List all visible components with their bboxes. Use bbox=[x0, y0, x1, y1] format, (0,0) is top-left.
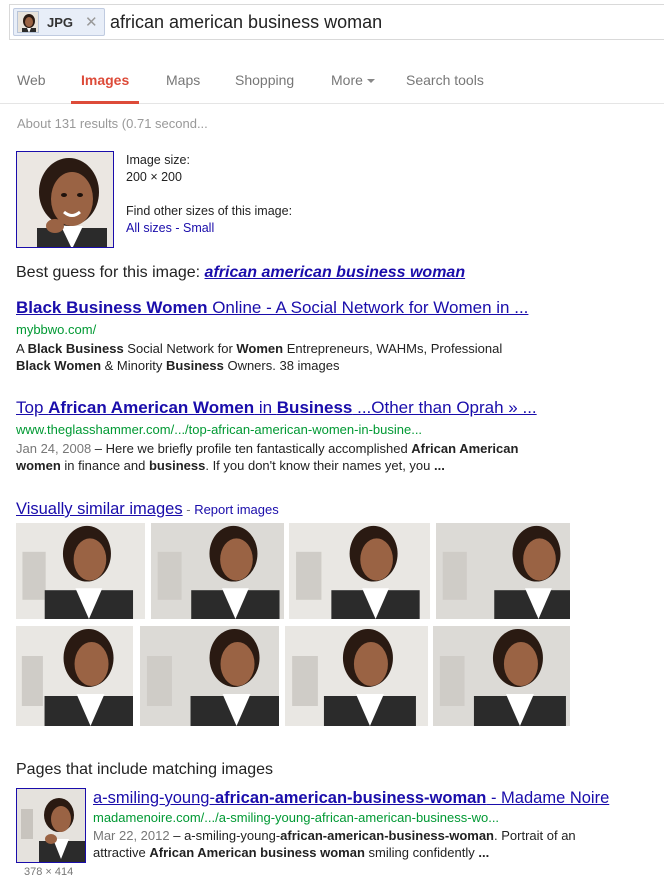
image-size-label: Image size: bbox=[126, 153, 190, 167]
title-part: a-smiling-young- bbox=[93, 789, 215, 807]
best-guess-link[interactable]: african american business woman bbox=[205, 264, 466, 281]
similar-images-header: Visually similar images - Report images bbox=[16, 500, 279, 519]
tab-more-label: More bbox=[331, 72, 363, 88]
title-part: in bbox=[254, 398, 277, 417]
snippet-text: Entrepreneurs, WAHMs, Professional bbox=[283, 341, 503, 356]
snippet-bold: women bbox=[16, 458, 61, 473]
snippet-text: – a-smiling-young- bbox=[169, 828, 281, 843]
similar-image-thumbnail[interactable] bbox=[16, 523, 145, 619]
result-date: Jan 24, 2008 bbox=[16, 441, 92, 456]
search-result: Top African American Women in Business .… bbox=[16, 398, 656, 474]
image-size-value: 200 × 200 bbox=[126, 170, 182, 184]
title-part: ...Other than Oprah » ... bbox=[352, 398, 537, 417]
query-image-thumbnail[interactable] bbox=[16, 151, 114, 248]
active-tab-indicator bbox=[71, 101, 139, 104]
matching-page-result: a-smiling-young-african-american-busines… bbox=[93, 789, 664, 861]
snippet-text: in finance and bbox=[60, 458, 149, 473]
result-url: www.theglasshammer.com/.../top-african-a… bbox=[16, 422, 423, 437]
title-part: - Madame Noire bbox=[486, 789, 610, 807]
tab-maps[interactable]: Maps bbox=[166, 72, 200, 88]
title-part: Online - A Social Network for Women in .… bbox=[207, 298, 529, 317]
similar-image-thumbnail[interactable] bbox=[16, 626, 133, 726]
sizes-separator: - bbox=[175, 221, 180, 235]
result-date: Mar 22, 2012 bbox=[93, 828, 170, 843]
snippet-text: smiling confidently bbox=[364, 845, 479, 860]
result-title-link[interactable]: Top African American Women in Business .… bbox=[16, 398, 656, 418]
snippet-text: A bbox=[16, 341, 28, 356]
results-stats: About 131 results (0.71 second... bbox=[17, 116, 208, 131]
search-result: Black Business Women Online - A Social N… bbox=[16, 298, 656, 374]
page-title-link[interactable]: a-smiling-young-african-american-busines… bbox=[93, 789, 664, 808]
snippet-text: . If you don't know their names yet, you bbox=[205, 458, 434, 473]
best-guess-label: Best guess for this image: bbox=[16, 264, 201, 281]
query-image-chip[interactable]: JPG ✕ bbox=[13, 8, 105, 36]
title-part: african-american-business-woman bbox=[214, 789, 487, 807]
result-url: mybbwo.com/ bbox=[16, 322, 97, 337]
snippet-text: & Minority bbox=[101, 358, 167, 373]
similar-image-thumbnail[interactable] bbox=[151, 523, 284, 619]
snippet-bold: ... bbox=[434, 458, 445, 473]
page-thumbnail-dimensions: 378 × 414 bbox=[24, 866, 74, 878]
snippet-text: – Here we briefly profile ten fantastica… bbox=[91, 441, 412, 456]
snippet-bold: African American bbox=[411, 441, 519, 456]
similar-image-thumbnail[interactable] bbox=[433, 626, 570, 726]
snippet-bold: Black Business bbox=[27, 341, 124, 356]
snippet-bold: Business bbox=[166, 358, 224, 373]
result-snippet: A Black Business Social Network for Wome… bbox=[16, 340, 656, 374]
tab-shopping[interactable]: Shopping bbox=[235, 72, 294, 88]
pages-heading: Pages that include matching images bbox=[16, 761, 274, 778]
similar-image-thumbnail[interactable] bbox=[140, 626, 279, 726]
snippet-bold: african-american-business-woman bbox=[280, 828, 495, 843]
close-icon[interactable]: ✕ bbox=[85, 13, 98, 31]
page-url: madamenoire.com/.../a-smiling-young-afri… bbox=[93, 810, 500, 825]
search-bar[interactable]: JPG ✕ bbox=[9, 4, 664, 40]
similar-image-thumbnail[interactable] bbox=[436, 523, 570, 619]
snippet-text: Owners. 38 images bbox=[223, 358, 340, 373]
tab-more[interactable]: More bbox=[331, 72, 375, 88]
similar-separator: - bbox=[186, 502, 191, 517]
visually-similar-link[interactable]: Visually similar images bbox=[16, 500, 183, 518]
image-info: Image size: 200 × 200 Find other sizes o… bbox=[126, 152, 292, 237]
page-snippet: Mar 22, 2012 – a-smiling-young-african-a… bbox=[93, 827, 664, 861]
other-sizes-label: Find other sizes of this image: bbox=[126, 204, 293, 218]
tab-web[interactable]: Web bbox=[17, 72, 46, 88]
snippet-bold: Women bbox=[236, 341, 284, 356]
jpg-thumbnail-icon bbox=[17, 11, 39, 33]
tab-images[interactable]: Images bbox=[81, 72, 129, 88]
snippet-text: Social Network for bbox=[123, 341, 237, 356]
snippet-bold: business bbox=[148, 458, 206, 473]
result-title-link[interactable]: Black Business Women Online - A Social N… bbox=[16, 298, 656, 318]
matching-page-thumbnail[interactable] bbox=[16, 788, 86, 863]
title-part: Business bbox=[276, 398, 353, 417]
report-images-link[interactable]: Report images bbox=[194, 502, 279, 517]
chip-label: JPG bbox=[47, 15, 74, 30]
snippet-text: attractive bbox=[93, 845, 150, 860]
title-part: African American Women bbox=[48, 398, 255, 417]
chevron-down-icon bbox=[366, 79, 375, 84]
snippet-bold: African American business woman bbox=[149, 845, 365, 860]
search-input[interactable] bbox=[110, 12, 650, 33]
search-tabs: Web Images Maps Shopping More Search too… bbox=[0, 60, 664, 104]
title-part: Black Business Women bbox=[16, 298, 208, 317]
all-sizes-link[interactable]: All sizes bbox=[126, 221, 172, 235]
tab-search-tools[interactable]: Search tools bbox=[406, 72, 484, 88]
title-part: Top bbox=[16, 398, 49, 417]
similar-image-thumbnail[interactable] bbox=[285, 626, 428, 726]
similar-image-thumbnail[interactable] bbox=[289, 523, 430, 619]
small-size-link[interactable]: Small bbox=[183, 221, 214, 235]
snippet-bold: Black Women bbox=[16, 358, 102, 373]
snippet-bold: ... bbox=[478, 845, 490, 860]
best-guess: Best guess for this image: african ameri… bbox=[16, 264, 465, 282]
snippet-text: . Portrait of an bbox=[494, 828, 576, 843]
result-snippet: Jan 24, 2008 – Here we briefly profile t… bbox=[16, 440, 656, 474]
